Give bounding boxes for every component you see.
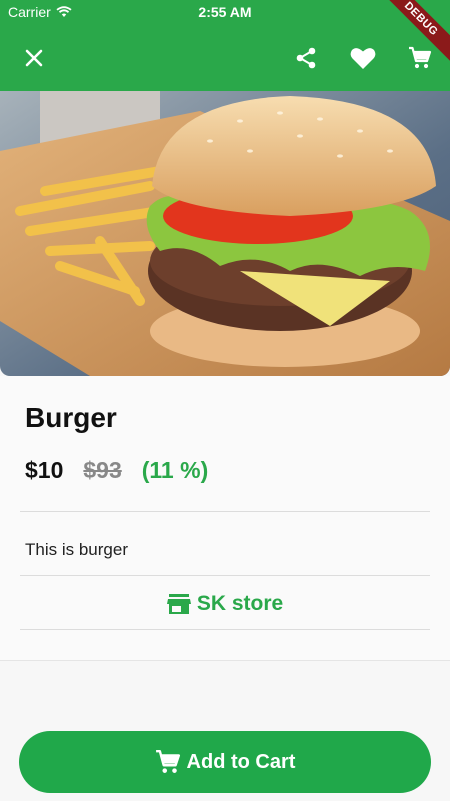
- status-bar: Carrier 2:55 AM: [0, 0, 450, 24]
- product-image: [0, 91, 450, 376]
- favorite-button[interactable]: [343, 38, 383, 78]
- store-name: SK store: [196, 592, 284, 615]
- product-title: Burger: [25, 402, 117, 433]
- divider: [20, 511, 430, 512]
- product-details: Burger $10 $93 (11 %) This is burger SK …: [0, 376, 450, 660]
- store-icon: [166, 594, 191, 614]
- divider: [20, 575, 430, 576]
- divider: [20, 629, 430, 630]
- store-link[interactable]: SK store: [0, 589, 450, 619]
- original-price: $93: [83, 457, 122, 483]
- cart-button[interactable]: [400, 38, 440, 78]
- discount-percent: (11 %): [141, 457, 209, 483]
- heart-icon: [350, 48, 376, 69]
- add-to-cart-label: Add to Cart: [186, 750, 296, 773]
- share-button[interactable]: [286, 38, 326, 78]
- close-icon: [25, 49, 43, 67]
- product-description: This is burger: [25, 540, 128, 559]
- cart-icon: [409, 46, 432, 69]
- toolbar: [0, 38, 450, 78]
- current-price: $10: [25, 457, 64, 483]
- status-time: 2:55 AM: [198, 4, 252, 20]
- app-header: Carrier 2:55 AM DEBUG: [0, 0, 450, 91]
- share-icon: [296, 47, 316, 69]
- cart-icon: [155, 749, 180, 773]
- add-to-cart-button[interactable]: Add to Cart: [19, 731, 431, 793]
- price-row: $10 $93 (11 %): [25, 457, 208, 484]
- close-button[interactable]: [14, 38, 54, 78]
